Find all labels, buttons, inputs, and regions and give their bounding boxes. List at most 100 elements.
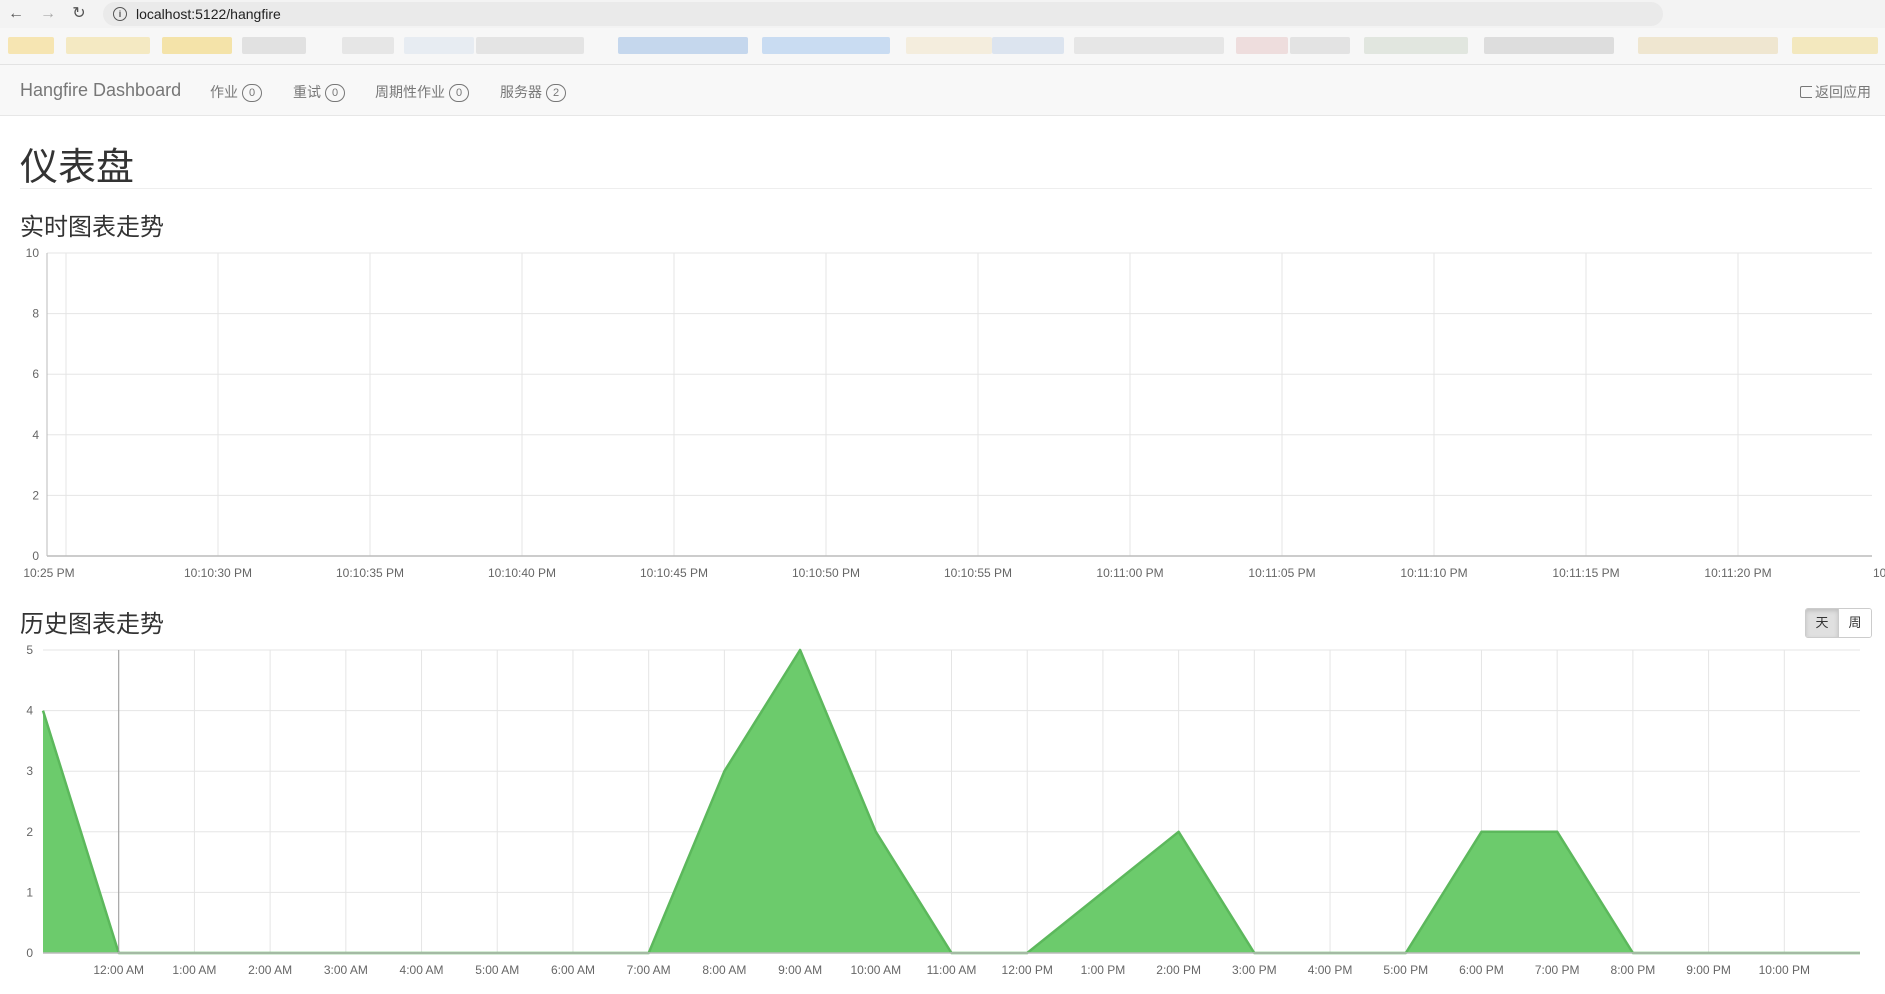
bookmarks-bar <box>0 28 1885 65</box>
x-tick-label: 10:25 PM <box>23 566 74 580</box>
range-toggle: 天 周 <box>1805 608 1872 638</box>
brand-link[interactable]: Hangfire Dashboard <box>20 80 181 101</box>
back-to-app-link[interactable]: 返回应用 <box>1800 82 1871 102</box>
x-tick-label: 3:00 AM <box>324 963 368 977</box>
y-tick-label: 0 <box>26 946 33 960</box>
bookmark-item[interactable] <box>992 37 1064 54</box>
x-tick-label: 10:11:00 PM <box>1096 566 1163 580</box>
x-tick-label: 10:00 AM <box>850 963 901 977</box>
x-tick-label: 12:00 PM <box>1002 963 1053 977</box>
nav-item-label: 作业 <box>210 84 238 100</box>
bookmark-item[interactable] <box>906 37 992 54</box>
y-tick-label: 3 <box>26 764 33 778</box>
bookmark-item[interactable] <box>66 37 150 54</box>
bookmark-item[interactable] <box>162 37 232 54</box>
bookmark-item[interactable] <box>1290 37 1350 54</box>
bookmark-item[interactable] <box>1638 37 1778 54</box>
x-tick-label: 10:00 PM <box>1759 963 1810 977</box>
back-to-app-label: 返回应用 <box>1815 84 1871 100</box>
count-badge: 0 <box>449 84 469 102</box>
x-tick-label: 8:00 AM <box>702 963 746 977</box>
x-tick-label: 10:10:35 PM <box>336 566 404 580</box>
x-tick-label: 10:11:10 PM <box>1400 566 1467 580</box>
count-badge: 2 <box>546 84 566 102</box>
x-tick-label: 2:00 PM <box>1156 963 1201 977</box>
x-tick-label: 12:00 AM <box>93 963 144 977</box>
nav-item-servers[interactable]: 服务器 2 <box>500 82 566 102</box>
bookmark-item[interactable] <box>1074 37 1224 54</box>
x-tick-label: 10:10:45 PM <box>640 566 708 580</box>
realtime-chart-title: 实时图表走势 <box>20 214 164 241</box>
bookmark-item[interactable] <box>404 37 474 54</box>
arrow-right-icon[interactable]: → <box>38 4 58 24</box>
count-badge: 0 <box>325 84 345 102</box>
x-tick-label: 3:00 PM <box>1232 963 1277 977</box>
x-tick-label: 2:00 AM <box>248 963 292 977</box>
realtime-chart: 0 2 4 6 8 10 10:25 PM 10:10:30 PM 10:10:35 PM 10:… <box>23 246 1885 580</box>
y-tick-label: 1 <box>26 885 33 899</box>
y-tick-label: 5 <box>26 643 33 657</box>
x-tick-label: 6:00 PM <box>1459 963 1504 977</box>
bookmark-item[interactable] <box>1236 37 1288 54</box>
x-tick-label: 5:00 AM <box>475 963 519 977</box>
y-tick-label: 2 <box>32 488 39 502</box>
y-tick-label: 2 <box>26 825 33 839</box>
x-tick-label: 10:11:20 PM <box>1704 566 1771 580</box>
history-chart-title: 历史图表走势 <box>20 611 164 638</box>
x-tick-label: 4:00 AM <box>400 963 444 977</box>
url-text: localhost:5122/hangfire <box>136 6 281 22</box>
x-tick-label: 6:00 AM <box>551 963 595 977</box>
week-toggle-button[interactable]: 周 <box>1838 609 1871 637</box>
x-tick-label: 10:11:05 PM <box>1248 566 1315 580</box>
nav-item-label: 周期性作业 <box>375 84 445 100</box>
browser-toolbar: ← → ↻ i localhost:5122/hangfire <box>0 0 1885 28</box>
x-tick-label: 1:00 AM <box>172 963 216 977</box>
x-tick-label: 5:00 PM <box>1383 963 1428 977</box>
title-divider <box>20 188 1872 189</box>
x-tick-label: 7:00 PM <box>1535 963 1580 977</box>
history-chart: 0 1 2 3 4 5 12:00 AM 1:00 AM 2:00 AM 3:00 AM 4:00 … <box>26 643 1860 977</box>
bookmark-item[interactable] <box>8 37 54 54</box>
bookmark-item[interactable] <box>1364 37 1468 54</box>
y-tick-label: 8 <box>32 307 39 321</box>
x-tick-label: 11:00 AM <box>927 963 977 977</box>
x-tick-label: 10:10:40 PM <box>488 566 556 580</box>
y-tick-label: 4 <box>32 428 39 442</box>
y-tick-label: 0 <box>32 549 39 563</box>
x-tick-label: 9:00 AM <box>778 963 822 977</box>
x-tick-label: 4:00 PM <box>1308 963 1353 977</box>
page-title: 仪表盘 <box>20 147 135 189</box>
bookmark-item[interactable] <box>476 37 584 54</box>
bookmark-item[interactable] <box>242 37 306 54</box>
bookmark-item[interactable] <box>342 37 394 54</box>
x-tick-label: 10:10:30 PM <box>184 566 252 580</box>
nav-item-jobs[interactable]: 作业 0 <box>210 82 262 102</box>
x-tick-label: 10:10:55 PM <box>944 566 1012 580</box>
arrow-left-icon[interactable]: ← <box>6 4 26 24</box>
x-tick-label: 10:10:50 PM <box>792 566 860 580</box>
address-bar[interactable] <box>103 2 1663 26</box>
dashboard-navbar: Hangfire Dashboard 作业 0 重试 0 周期性作业 0 服务器 2 返… <box>0 65 1885 116</box>
y-tick-label: 4 <box>26 704 33 718</box>
x-tick-label: 10:11:15 PM <box>1552 566 1619 580</box>
bookmark-item[interactable] <box>618 37 748 54</box>
bookmark-item[interactable] <box>1792 37 1878 54</box>
nav-item-retries[interactable]: 重试 0 <box>293 82 345 102</box>
day-toggle-button[interactable]: 天 <box>1806 609 1838 637</box>
y-tick-label: 6 <box>32 367 39 381</box>
bookmark-item[interactable] <box>762 37 890 54</box>
count-badge: 0 <box>242 84 262 102</box>
x-tick-label: 1:00 PM <box>1081 963 1126 977</box>
x-tick-label: 10: <box>1873 566 1885 580</box>
y-tick-label: 10 <box>26 246 40 260</box>
nav-item-label: 重试 <box>293 84 321 100</box>
bookmark-item[interactable] <box>1484 37 1614 54</box>
info-icon[interactable]: i <box>113 7 127 21</box>
reload-icon[interactable]: ↻ <box>69 4 89 24</box>
nav-item-recurring-jobs[interactable]: 周期性作业 0 <box>375 82 469 102</box>
sign-out-icon <box>1800 86 1812 98</box>
x-tick-label: 9:00 PM <box>1686 963 1731 977</box>
nav-item-label: 服务器 <box>500 84 542 100</box>
x-tick-label: 7:00 AM <box>627 963 671 977</box>
x-tick-label: 8:00 PM <box>1611 963 1656 977</box>
